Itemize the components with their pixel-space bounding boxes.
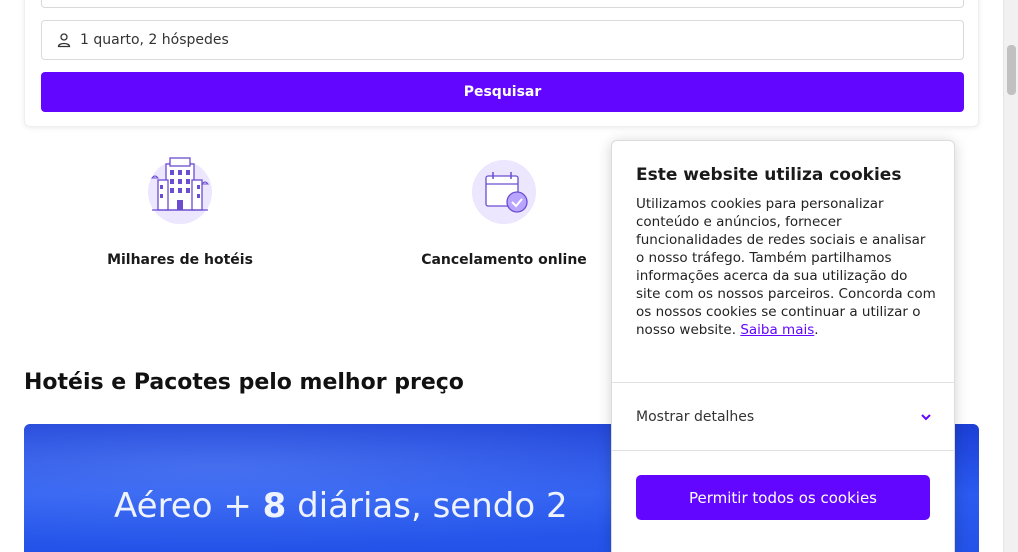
guests-value: 1 quarto, 2 hóspedes <box>80 32 229 48</box>
feature-cancellation: Cancelamento online <box>384 160 624 268</box>
search-button[interactable]: Pesquisar <box>41 72 964 112</box>
feature-label: Cancelamento online <box>421 252 587 268</box>
chevron-down-icon <box>921 414 931 421</box>
cookie-text: Utilizamos cookies para personalizar con… <box>636 196 936 338</box>
banner-headline: Aéreo + 8 diárias, sendo 2 <box>114 486 568 526</box>
destination-field[interactable] <box>41 0 964 8</box>
divider <box>612 382 954 383</box>
cookie-title: Este website utiliza cookies <box>636 165 902 185</box>
learn-more-link[interactable]: Saiba mais <box>740 322 814 338</box>
section-title: Hotéis e Pacotes pelo melhor preço <box>24 370 464 395</box>
guests-field[interactable]: 1 quarto, 2 hóspedes <box>41 20 964 60</box>
hotel-building-icon <box>148 157 212 224</box>
cookie-dialog: Este website utiliza cookies Utilizamos … <box>611 140 955 552</box>
page-scrollbar[interactable] <box>1003 0 1018 552</box>
scrollbar-thumb[interactable] <box>1007 45 1016 95</box>
search-card: 1 quarto, 2 hóspedes Pesquisar <box>24 0 979 127</box>
show-details-label: Mostrar detalhes <box>636 409 755 425</box>
calendar-check-icon <box>472 160 536 224</box>
feature-label: Milhares de hotéis <box>107 252 253 268</box>
divider <box>612 450 954 451</box>
allow-all-cookies-button[interactable]: Permitir todos os cookies <box>636 475 930 520</box>
show-details-toggle[interactable]: Mostrar detalhes <box>636 407 932 427</box>
person-icon <box>57 33 71 48</box>
feature-hotels: Milhares de hotéis <box>60 157 300 268</box>
